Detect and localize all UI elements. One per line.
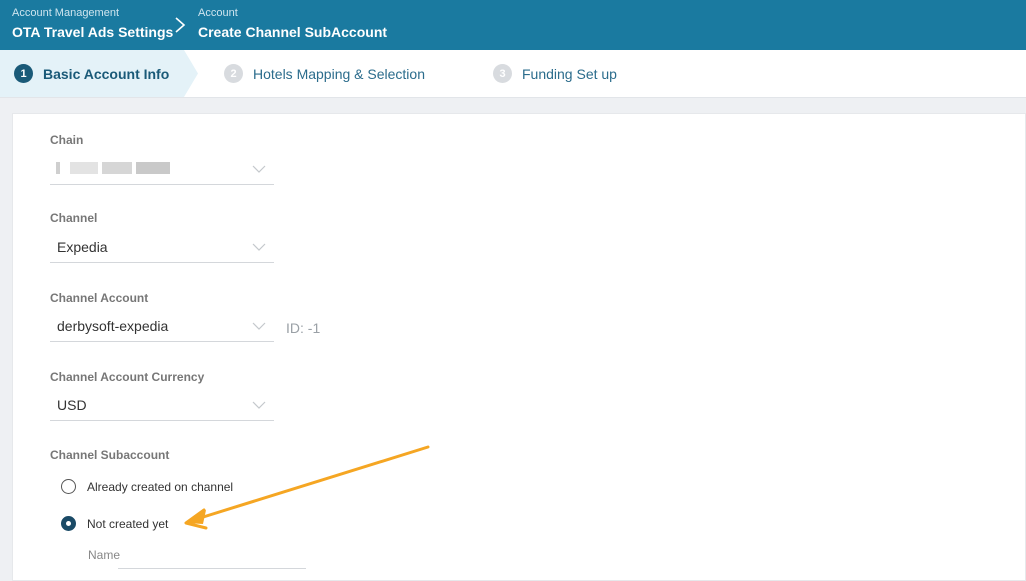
channel-account-id: ID: -1 [286,320,321,336]
page-title: Create Channel SubAccount [198,24,388,40]
chevron-down-icon [252,322,266,330]
chevron-down-icon [252,243,266,251]
wizard-stepper: 1 Basic Account Info 2 Hotels Mapping & … [0,50,1026,98]
breadcrumb-parent-label: Account Management [12,7,120,19]
currency-select[interactable]: USD [50,389,274,421]
channel-value: Expedia [57,239,108,255]
breadcrumb-current: Account Create Channel SubAccount [198,7,387,43]
top-header: Account Management OTA Travel Ads Settin… [0,0,1026,50]
redacted-chain-value [56,162,176,174]
chevron-down-icon [252,401,266,409]
step-label: Funding Set up [522,65,617,82]
channel-account-value: derbysoft-expedia [57,318,169,334]
name-input[interactable] [118,568,306,569]
step-hotels-mapping[interactable]: 2 Hotels Mapping & Selection [224,50,425,97]
step-label: Basic Account Info [43,65,170,82]
chevron-right-icon [175,17,186,33]
breadcrumb-account-management[interactable]: Account Management OTA Travel Ads Settin… [12,7,173,43]
step-number-badge: 1 [14,64,33,83]
step-funding-setup[interactable]: 3 Funding Set up [493,50,617,97]
radio-label: Not created yet [87,516,169,531]
radio-label: Already created on channel [87,479,234,494]
step-basic-account-info[interactable]: 1 Basic Account Info [14,50,169,97]
breadcrumb-parent-title[interactable]: OTA Travel Ads Settings [12,21,173,43]
channel-select[interactable]: Expedia [50,231,274,263]
channel-account-select[interactable]: derbysoft-expedia [50,310,274,342]
radio-already-created[interactable]: Already created on channel [61,479,233,494]
subaccount-label: Channel Subaccount [50,448,170,462]
radio-button-selected[interactable] [61,516,76,531]
currency-value: USD [57,397,87,413]
chevron-down-icon [252,165,266,173]
chain-label: Chain [50,133,84,147]
breadcrumb-current-label: Account [198,7,238,19]
step-number-badge: 3 [493,64,512,83]
currency-label: Channel Account Currency [50,370,205,384]
step-number-badge: 2 [224,64,243,83]
radio-button[interactable] [61,479,76,494]
name-field-label: Name [88,548,121,562]
channel-label: Channel [50,211,98,225]
channel-account-label: Channel Account [50,291,149,305]
step-label: Hotels Mapping & Selection [253,65,425,82]
chain-select[interactable] [50,153,274,185]
radio-not-created[interactable]: Not created yet [61,516,168,531]
